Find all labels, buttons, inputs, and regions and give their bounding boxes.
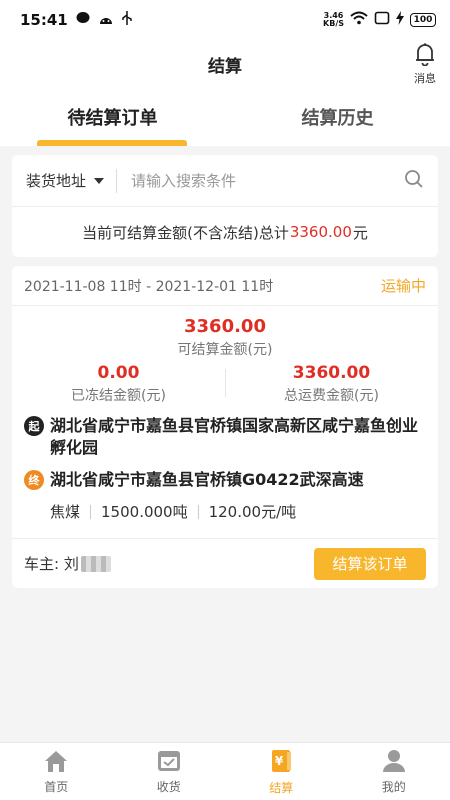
owner-name: 车主: 刘 [24, 555, 79, 573]
frozen-amount-block: 0.00 已冻结金额(元) [12, 363, 225, 405]
bottom-nav: 首页 收货 ¥ 结算 我的 [0, 742, 450, 800]
cargo-weight: 1500.000吨 [101, 503, 188, 521]
chat-bubble-icon [76, 11, 90, 29]
settleable-total: 当前可结算金额(不含冻结)总计 3360.00 元 [12, 207, 438, 257]
unit-price: 120.00元/吨 [208, 503, 297, 521]
receive-icon [156, 749, 182, 776]
loading-address-dropdown[interactable]: 装货地址 [26, 168, 118, 193]
order-card[interactable]: 2021-11-08 11时 - 2021-12-01 11时 运输中 3360… [12, 266, 438, 588]
tab-settlement-history[interactable]: 结算历史 [225, 88, 450, 146]
start-address: 湖北省咸宁市嘉鱼县官桥镇国家高新区咸宁嘉鱼创业孵化园 [50, 416, 419, 457]
frozen-label: 已冻结金额(元) [71, 388, 166, 404]
end-badge-icon: 终 [24, 470, 44, 490]
search-card: 装货地址 当前可结算金额(不含冻结)总计 3360.00 元 [12, 155, 438, 257]
redacted-name [80, 555, 111, 572]
settle-order-button[interactable]: 结算该订单 [314, 547, 426, 580]
start-badge-icon: 起 [24, 416, 44, 436]
tab-pending-orders[interactable]: 待结算订单 [0, 88, 225, 146]
nav-receive-label: 收货 [156, 779, 181, 794]
android-icon [98, 11, 114, 29]
dropdown-label: 装货地址 [26, 172, 87, 190]
bell-icon [414, 42, 436, 70]
cargo-type: 焦煤 [50, 503, 81, 521]
settle-icon: ¥ [268, 748, 294, 777]
charging-icon [396, 11, 404, 29]
divider [90, 504, 92, 519]
nav-settle[interactable]: ¥ 结算 [225, 743, 338, 800]
message-label: 消息 [414, 72, 436, 85]
tab-bar: 待结算订单 结算历史 [0, 88, 450, 146]
wifi-icon [350, 11, 368, 29]
total-freight-block: 3360.00 总运费金额(元) [225, 363, 438, 405]
profile-icon [381, 749, 407, 776]
nav-profile-label: 我的 [381, 779, 406, 794]
status-bar: 15:41 3.46 KB/S 100 [0, 0, 450, 40]
settleable-label: 可结算金额(元) [177, 342, 273, 358]
vehicle-owner: 车主: 刘 [24, 553, 111, 574]
search-input[interactable] [117, 171, 404, 190]
net-speed: 3.46 KB/S [323, 11, 344, 28]
status-time: 15:41 [20, 11, 68, 29]
end-address: 湖北省咸宁市嘉鱼县官桥镇G0422武深高速 [50, 470, 364, 489]
total-freight-amount: 3360.00 [292, 363, 371, 383]
header: 结算 消息 [0, 40, 450, 88]
nav-home-label: 首页 [44, 779, 69, 794]
screen-icon [374, 11, 390, 29]
total-suffix: 元 [352, 223, 368, 242]
usb-icon [122, 11, 132, 29]
nav-profile[interactable]: 我的 [338, 743, 450, 800]
amount-divider [225, 369, 226, 397]
total-freight-label: 总运费金额(元) [284, 388, 379, 404]
frozen-amount: 0.00 [97, 363, 140, 383]
cargo-info: 焦煤 1500.000吨 120.00元/吨 [12, 501, 438, 522]
status-badge: 运输中 [380, 277, 426, 295]
divider [197, 504, 199, 519]
search-icon[interactable] [404, 169, 424, 193]
total-prefix: 当前可结算金额(不含冻结)总计 [82, 223, 289, 242]
page-title: 结算 [208, 56, 242, 77]
caret-down-icon [94, 177, 105, 184]
total-amount: 3360.00 [289, 223, 352, 241]
end-address-row: 终 湖北省咸宁市嘉鱼县官桥镇G0422武深高速 [12, 469, 438, 491]
start-address-row: 起 湖北省咸宁市嘉鱼县官桥镇国家高新区咸宁嘉鱼创业孵化园 [12, 415, 438, 459]
svg-text:¥: ¥ [275, 754, 284, 768]
settleable-amount-block: 3360.00 可结算金额(元) [12, 316, 438, 359]
nav-home[interactable]: 首页 [0, 743, 113, 800]
message-button[interactable]: 消息 [414, 42, 436, 86]
battery-indicator: 100 [410, 13, 436, 27]
nav-settle-label: 结算 [269, 780, 294, 795]
settleable-amount: 3360.00 [184, 316, 266, 337]
nav-receive[interactable]: 收货 [113, 743, 226, 800]
order-date-range: 2021-11-08 11时 - 2021-12-01 11时 [24, 278, 274, 295]
home-icon [43, 749, 69, 776]
